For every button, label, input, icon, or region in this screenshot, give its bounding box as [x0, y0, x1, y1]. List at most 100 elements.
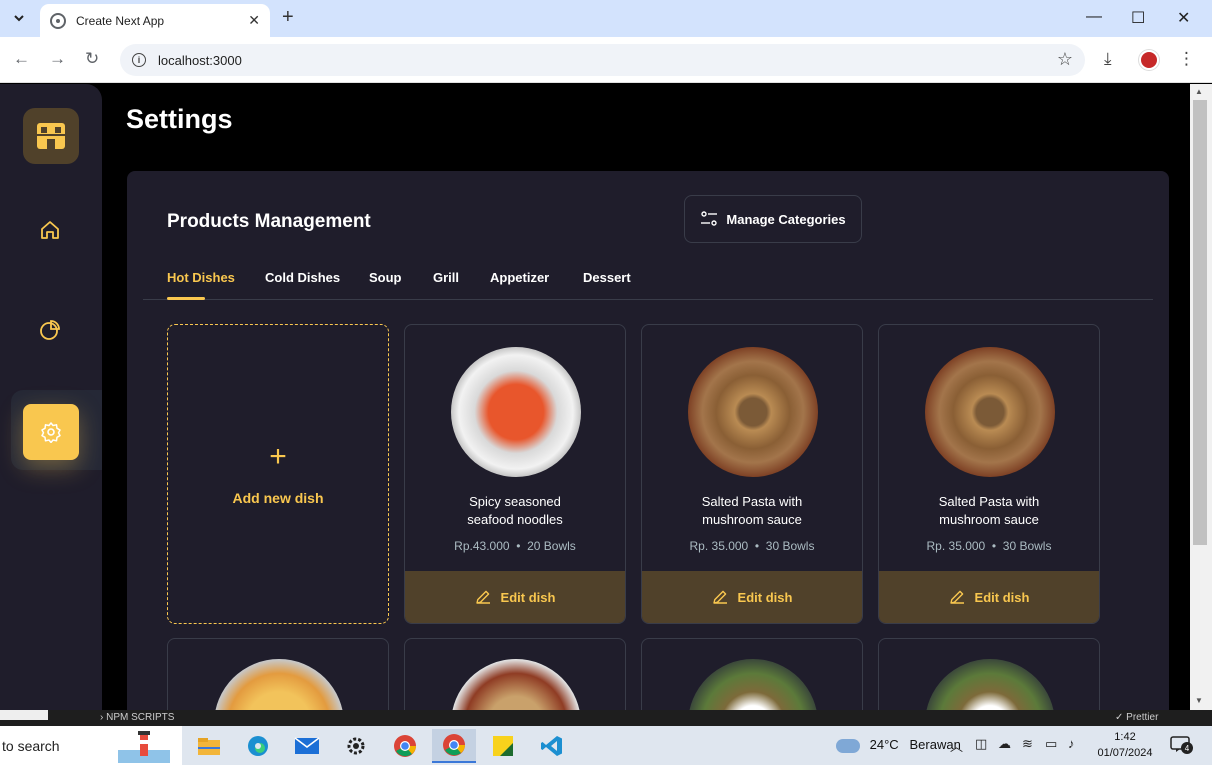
pencil-icon: [949, 590, 964, 604]
address-bar[interactable]: i localhost:3000 ☆: [120, 44, 1085, 76]
chrome-active-icon[interactable]: [432, 729, 476, 763]
dashboard-pie-icon[interactable]: [36, 316, 64, 344]
maximize-button[interactable]: ☐: [1131, 8, 1145, 28]
volume-icon[interactable]: ♪: [1068, 736, 1075, 751]
dish-card: [404, 638, 626, 710]
wifi-icon[interactable]: ≋: [1022, 736, 1033, 752]
dish-image: [688, 347, 818, 477]
products-panel: Products Management Manage Categories Ho…: [127, 171, 1169, 710]
profile-avatar[interactable]: [1139, 50, 1159, 70]
dish-image: [925, 347, 1055, 477]
lighthouse-icon: [118, 731, 170, 763]
npm-scripts-label[interactable]: › NPM SCRIPTS: [100, 712, 174, 723]
tab-grill[interactable]: Grill: [433, 270, 459, 285]
weather-widget[interactable]: 24°C Berawan: [836, 737, 961, 753]
dish-card: Spicy seasoned seafood noodles Rp.43.000…: [404, 324, 626, 624]
prettier-status[interactable]: ✓ Prettier: [1115, 712, 1158, 723]
dish-card: Salted Pasta with mushroom sauce Rp. 35.…: [878, 324, 1100, 624]
menu-dots-icon[interactable]: ⋮: [1178, 49, 1195, 69]
info-icon[interactable]: i: [132, 53, 146, 67]
reload-button[interactable]: ↻: [85, 49, 99, 69]
taskbar-search[interactable]: to search: [0, 726, 182, 765]
panel-title: Products Management: [167, 211, 371, 232]
vscode-strip: › NPM SCRIPTS ✓ Prettier: [0, 710, 1212, 726]
meta-separator: •: [516, 539, 521, 553]
dish-stock: 30 Bowls: [765, 539, 815, 553]
dish-meta: Rp. 35.000 • 30 Bowls: [642, 539, 862, 553]
onedrive-icon[interactable]: ☁: [998, 736, 1011, 752]
store-icon: [37, 123, 65, 149]
chrome-icon[interactable]: [390, 731, 420, 761]
edge-icon[interactable]: [243, 731, 273, 761]
tab-dessert[interactable]: Dessert: [583, 270, 631, 285]
home-nav-icon[interactable]: [36, 216, 64, 244]
edit-dish-button[interactable]: Edit dish: [405, 571, 625, 623]
pencil-icon: [712, 590, 727, 604]
tab-soup[interactable]: Soup: [369, 270, 402, 285]
edit-dish-label: Edit dish: [737, 589, 793, 605]
page-scrollbar[interactable]: ▲ ▼: [1190, 84, 1212, 710]
meta-separator: •: [991, 539, 997, 553]
scroll-thumb[interactable]: [1193, 100, 1207, 545]
close-tab-icon[interactable]: ✕: [248, 12, 260, 29]
back-button[interactable]: ←: [13, 49, 30, 69]
dish-name: Spicy seasoned seafood noodles: [467, 494, 563, 527]
dish-image: [214, 659, 344, 710]
dish-price: Rp. 35.000: [689, 539, 749, 553]
tab-search-button[interactable]: [6, 6, 32, 30]
manage-categories-button[interactable]: Manage Categories: [684, 195, 862, 243]
scroll-down-arrow[interactable]: ▼: [1195, 696, 1203, 705]
settings-gear-icon[interactable]: [341, 731, 371, 761]
scroll-up-arrow[interactable]: ▲: [1195, 87, 1203, 96]
edit-dish-button[interactable]: Edit dish: [642, 571, 862, 623]
sticky-notes-icon[interactable]: [488, 731, 518, 761]
dish-meta: Rp.43.000 • 20 Bowls: [405, 539, 625, 553]
file-explorer-icon[interactable]: [194, 731, 224, 761]
taskbar-search-text: to search: [2, 737, 60, 754]
battery-icon[interactable]: ▭: [1045, 736, 1057, 752]
dish-card: [878, 638, 1100, 710]
dish-price: Rp. 35.000: [926, 539, 986, 553]
tab-appetizer[interactable]: Appetizer: [490, 270, 549, 285]
dish-name: Salted Pasta with mushroom sauce: [938, 494, 1040, 527]
close-window-button[interactable]: ✕: [1177, 8, 1190, 28]
cloud-icon: [836, 738, 860, 753]
weather-temp: 24°C: [869, 737, 899, 752]
tab-cold-dishes[interactable]: Cold Dishes: [265, 270, 340, 285]
gear-icon: [41, 422, 61, 443]
chevron-up-icon[interactable]: ︿: [950, 736, 963, 755]
dish-image: [925, 659, 1055, 710]
manage-categories-label: Manage Categories: [726, 211, 846, 227]
dish-image: [451, 659, 581, 710]
new-tab-button[interactable]: +: [282, 6, 294, 28]
store-logo-icon[interactable]: [23, 108, 79, 164]
bookmark-star-icon[interactable]: ☆: [1057, 49, 1073, 70]
windows-taskbar: to search 24°C Berawan ︿ ◫ ☁ ≋ ▭ ♪ 1:42 …: [0, 726, 1212, 765]
dish-stock: 30 Bowls: [1002, 539, 1052, 553]
edit-dish-button[interactable]: Edit dish: [879, 571, 1099, 623]
page-title: Settings: [126, 104, 233, 134]
browser-toolbar: ← → ↻ i localhost:3000 ☆ ⤓ ⋮: [0, 37, 1212, 83]
minimize-button[interactable]: —: [1086, 8, 1102, 26]
plus-icon: +: [269, 440, 287, 473]
notification-center-icon[interactable]: 4: [1170, 736, 1193, 754]
mail-icon[interactable]: [292, 731, 322, 761]
category-tabs: Hot Dishes Cold Dishes Soup Grill Appeti…: [143, 270, 1153, 300]
dish-image: [688, 659, 818, 710]
dish-price: Rp.43.000: [454, 539, 510, 553]
forward-button[interactable]: →: [49, 49, 66, 69]
vscode-icon[interactable]: [537, 731, 567, 761]
meet-icon[interactable]: ◫: [975, 736, 987, 752]
chevron-down-icon: [14, 15, 24, 22]
dish-card: [641, 638, 863, 710]
clock[interactable]: 1:42 01/07/2024: [1094, 729, 1156, 761]
settings-nav-button[interactable]: [23, 404, 79, 460]
app-viewport: Settings Products Management Manage Cate…: [0, 84, 1190, 710]
edit-dish-label: Edit dish: [500, 589, 556, 605]
download-icon[interactable]: ⤓: [1104, 49, 1112, 69]
add-new-dish-card[interactable]: + Add new dish: [167, 324, 389, 624]
dish-name: Salted Pasta with mushroom sauce: [701, 494, 803, 527]
browser-tab[interactable]: Create Next App ✕: [40, 4, 270, 37]
tab-hot-dishes[interactable]: Hot Dishes: [167, 270, 235, 285]
vscode-panel-edge: [0, 710, 48, 720]
